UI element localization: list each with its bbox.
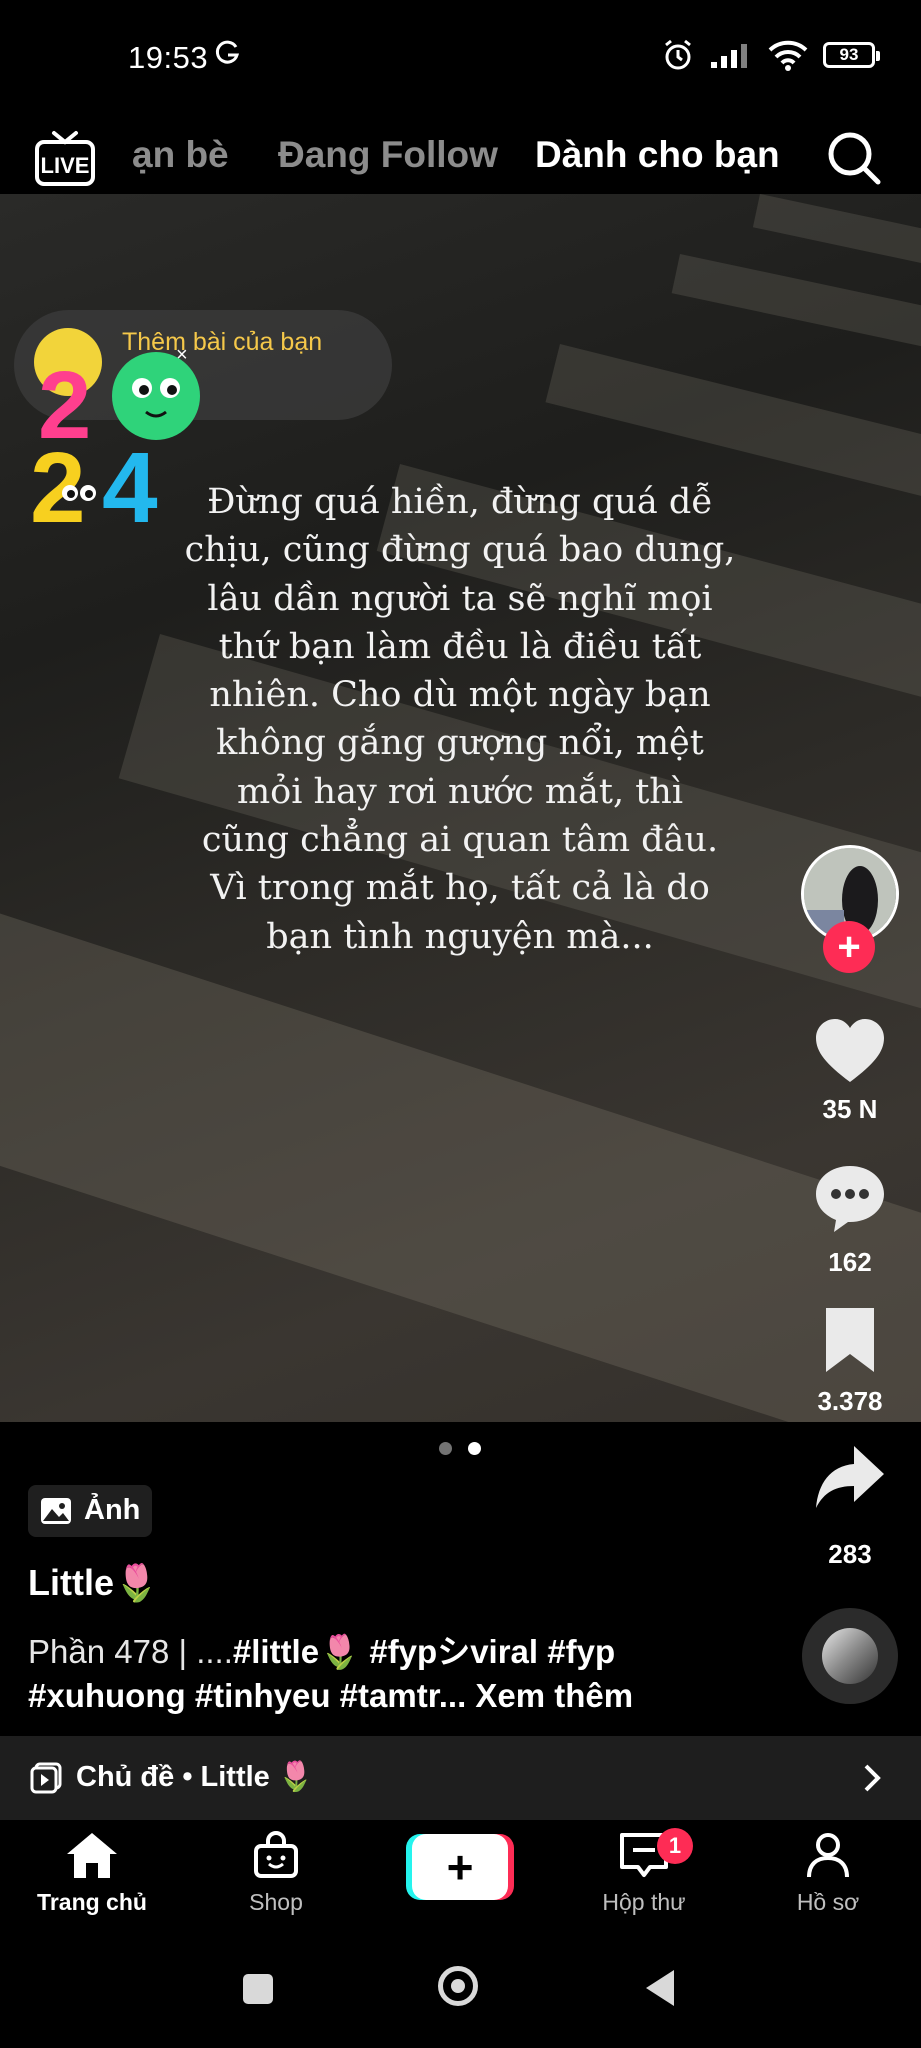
crosswalk-stripe [752, 194, 921, 282]
tab-following[interactable]: Đang Follow [278, 134, 498, 176]
music-cover [822, 1628, 878, 1684]
like-count: 35 N [822, 1094, 878, 1124]
nav-inbox-label: Hộp thư [602, 1889, 686, 1915]
hashtag[interactable]: #fypシviral [369, 1633, 538, 1670]
quote-line: nhiên. Cho dù một ngày bạn [209, 675, 711, 716]
comment-icon [816, 1166, 884, 1232]
alarm-icon [665, 39, 691, 70]
nav-profile[interactable]: Hồ sơ [753, 1830, 903, 1916]
follow-button[interactable]: + [823, 921, 875, 973]
quote-line: không gắng gượng nổi, mệt [216, 723, 704, 764]
share-arrow-icon [816, 1446, 884, 1508]
post-caption[interactable]: Phần 478 | ....#little🌷 #fypシviral #fyp … [28, 1630, 788, 1718]
share-count: 283 [828, 1539, 872, 1569]
image-icon [41, 1498, 71, 1524]
topic-label: Chủ đề • Little 🌷 [76, 1761, 314, 1793]
quote-line: chịu, cũng đừng quá bao dung, [184, 530, 736, 571]
svg-text:4: 4 [102, 432, 158, 528]
see-more-link[interactable]: Xem thêm [475, 1677, 633, 1714]
bookmark-icon [826, 1308, 874, 1372]
create-button[interactable]: + [412, 1834, 508, 1900]
share-button[interactable] [812, 1440, 888, 1516]
playlist-icon [30, 1762, 62, 1794]
tab-for-you[interactable]: Dành cho bạn [535, 134, 780, 176]
quote-line: Vì trong mắt họ, tất cả là do [210, 868, 710, 909]
svg-text:2: 2 [30, 432, 86, 528]
nav-shop[interactable]: Shop [201, 1830, 351, 1916]
like-button[interactable] [812, 1014, 888, 1090]
tab-friends[interactable]: ạn bè [132, 134, 229, 176]
quote-line: bạn tình nguyện mà... [266, 916, 654, 957]
nav-home[interactable]: Trang chủ [17, 1830, 167, 1916]
save-count: 3.378 [817, 1386, 883, 1416]
crosswalk-stripe [0, 894, 921, 1422]
hashtag-line[interactable]: #xuhuong #tinhyeu #tamtr... [28, 1677, 466, 1714]
save-button[interactable] [812, 1302, 888, 1378]
status-time: 19:53 [128, 40, 209, 75]
chevron-right-icon [862, 1762, 882, 1802]
page-dot [439, 1442, 452, 1455]
wifi-icon [768, 40, 808, 71]
quote-line: thứ bạn làm đều là điều tất [218, 626, 702, 667]
nav-inbox[interactable]: Hộp thư [569, 1830, 719, 1916]
google-g-icon [214, 38, 240, 76]
quote-line: Đừng quá hiền, đừng quá dễ [207, 482, 713, 522]
inbox-badge: 1 [657, 1828, 693, 1864]
battery-icon: 93 [823, 42, 880, 68]
shopping-bag-icon [254, 1831, 298, 1878]
nav-home-label: Trang chủ [37, 1889, 147, 1915]
home-system-button[interactable] [438, 1966, 478, 2006]
home-icon [67, 1833, 117, 1878]
signal-icon [711, 44, 747, 68]
comment-button[interactable] [812, 1160, 888, 1236]
hashtag[interactable]: #little🌷 [233, 1633, 360, 1670]
battery-level: 93 [839, 45, 859, 64]
caption-prefix: Phần 478 | .... [28, 1633, 233, 1670]
heart-icon [816, 1019, 884, 1082]
nav-profile-label: Hồ sơ [796, 1889, 860, 1915]
quote-line: cũng chẳng ai quan tâm đâu. [201, 820, 719, 861]
live-icon[interactable]: LIVE [34, 130, 96, 188]
music-disc[interactable] [802, 1608, 898, 1704]
post-quote-text: Đừng quá hiền, đừng quá dễ chịu, cũng đừ… [170, 478, 750, 961]
crosswalk-stripe [671, 254, 921, 364]
photo-type-label: Ảnh [84, 1494, 141, 1526]
quote-line: lâu dần người ta sẽ nghĩ mọi [207, 578, 713, 619]
live-label: LIVE [41, 153, 90, 178]
back-system-button[interactable] [646, 1970, 674, 2006]
recent-apps-button[interactable] [243, 1974, 273, 2004]
creator-username[interactable]: Little🌷 [28, 1562, 159, 1604]
search-icon[interactable] [826, 130, 882, 186]
profile-icon [807, 1833, 849, 1878]
quote-line: mỏi hay rơi nước mắt, thì [236, 771, 684, 812]
comment-count: 162 [828, 1247, 872, 1277]
status-icons: 93 [661, 38, 880, 72]
hashtag[interactable]: #fyp [547, 1633, 615, 1670]
page-dot-active [468, 1442, 481, 1455]
nav-shop-label: Shop [249, 1889, 303, 1915]
